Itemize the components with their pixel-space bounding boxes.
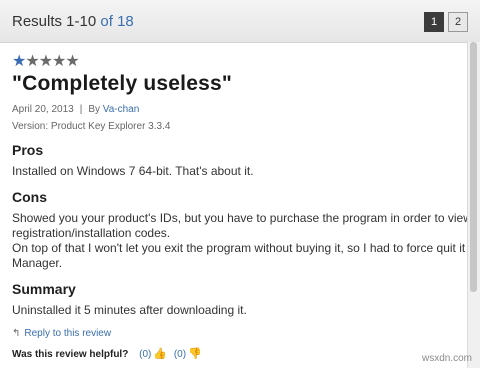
review-title: "Completely useless" <box>12 72 232 95</box>
helpful-yes-count[interactable]: (0) <box>139 349 151 360</box>
summary-heading: Summary <box>12 281 76 297</box>
reply-link[interactable]: ↰ Reply to this review <box>12 328 480 339</box>
helpful-label: Was this review helpful? <box>12 349 129 360</box>
summary-text: Uninstalled it 5 minutes after downloadi… <box>12 303 247 317</box>
scrollbar-thumb[interactable] <box>470 42 477 292</box>
review-version: Version: Product Key Explorer 3.3.4 <box>12 121 171 132</box>
page-1-button[interactable]: 1 <box>424 12 444 32</box>
author-link[interactable]: Va-chan <box>103 104 140 115</box>
watermark: wsxdn.com <box>421 353 472 364</box>
star-rating: ★★★★★ <box>12 54 480 70</box>
helpful-no-count[interactable]: (0) <box>174 349 186 360</box>
reply-label: Reply to this review <box>24 328 112 339</box>
star-empty-icon: ★ <box>52 53 66 70</box>
results-range: Results 1-10 <box>12 13 97 30</box>
review-meta: April 20, 2013 | By Va-chan <box>12 104 480 115</box>
helpful-row: Was this review helpful? (0) 👍 (0) 👎 <box>12 347 480 360</box>
cons-line: registration/installation codes. <box>12 226 171 240</box>
star-empty-icon: ★ <box>38 53 53 70</box>
meta-separator: | <box>79 104 83 115</box>
star-empty-icon: ★ <box>25 53 39 70</box>
cons-text: Showed you your product's IDs, but you h… <box>12 211 480 271</box>
by-label: By <box>88 104 100 115</box>
star-empty-icon: ★ <box>65 53 79 70</box>
thumbs-down-icon[interactable]: 👎 <box>188 348 202 360</box>
vertical-scrollbar[interactable] <box>467 42 480 368</box>
results-header: Results 1-10 of 18 1 2 <box>0 0 480 43</box>
pagination: 1 2 <box>424 12 468 32</box>
cons-line: Showed you your product's IDs, but you h… <box>12 211 480 225</box>
review-date: April 20, 2013 <box>12 104 74 115</box>
pros-heading: Pros <box>12 142 44 158</box>
cons-line: On top of that I won't let you exit the … <box>12 241 480 255</box>
pros-text: Installed on Windows 7 64-bit. That's ab… <box>12 164 254 178</box>
star-filled-icon: ★ <box>12 53 26 70</box>
cons-line: Manager. <box>12 256 63 270</box>
results-total: of 18 <box>100 13 134 30</box>
thumbs-up-icon[interactable]: 👍 <box>153 348 167 360</box>
cons-heading: Cons <box>12 189 47 205</box>
results-count: Results 1-10 of 18 <box>12 13 134 30</box>
reply-arrow-icon: ↰ <box>12 328 21 339</box>
review-card: ★★★★★ "Completely useless" April 20, 201… <box>12 54 480 361</box>
page-2-button[interactable]: 2 <box>448 12 468 32</box>
